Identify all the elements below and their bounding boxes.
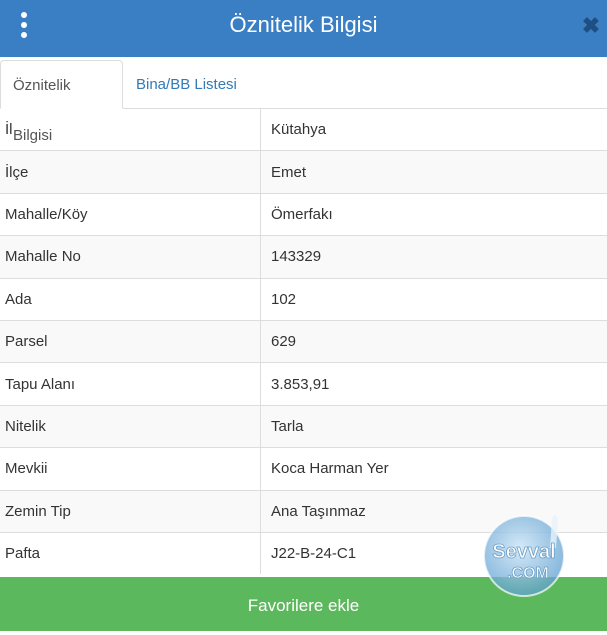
- attribute-key: Parsel: [0, 320, 261, 362]
- table-row: İlKütahya: [0, 109, 607, 151]
- attribute-value: 3.853,91: [261, 363, 607, 405]
- watermark-line2: .COM: [507, 565, 549, 582]
- attribute-key: Ada: [0, 278, 261, 320]
- watermark-logo: Sevval .COM: [478, 508, 578, 600]
- attribute-value: Kütahya: [261, 109, 607, 151]
- attribute-value: Emet: [261, 151, 607, 193]
- attribute-value: Ömerfakı: [261, 193, 607, 235]
- table-row: MevkiiKoca Harman Yer: [0, 448, 607, 490]
- table-row: Mahalle No143329: [0, 236, 607, 278]
- table-row: Parsel629: [0, 320, 607, 362]
- attribute-value: 629: [261, 320, 607, 362]
- table-row: Tapu Alanı3.853,91: [0, 363, 607, 405]
- page-title: Öznitelik Bilgisi: [0, 0, 607, 57]
- table-row: Mahalle/KöyÖmerfakı: [0, 193, 607, 235]
- attribute-key: Zemin Tip: [0, 490, 261, 532]
- header-bar: Öznitelik Bilgisi ✖: [0, 0, 607, 57]
- tab-building-list[interactable]: Bina/BB Listesi: [124, 60, 249, 108]
- attribute-key: Mevkii: [0, 448, 261, 490]
- close-icon[interactable]: ✖: [581, 14, 601, 38]
- attribute-table: İlKütahya İlçeEmet Mahalle/KöyÖmerfakı M…: [0, 109, 607, 574]
- tab-attributes[interactable]: Öznitelik Bilgisi: [0, 60, 123, 109]
- table-row: Ada102: [0, 278, 607, 320]
- attribute-key: İl: [0, 109, 261, 151]
- attribute-key: Mahalle No: [0, 236, 261, 278]
- watermark-line1: Sevval: [492, 541, 555, 563]
- attribute-key: Pafta: [0, 532, 261, 574]
- attribute-key: İlçe: [0, 151, 261, 193]
- attribute-value: Tarla: [261, 405, 607, 447]
- attribute-value: Koca Harman Yer: [261, 448, 607, 490]
- attribute-value: 143329: [261, 236, 607, 278]
- tab-bar: Öznitelik Bilgisi Bina/BB Listesi: [0, 57, 607, 109]
- attribute-key: Mahalle/Köy: [0, 193, 261, 235]
- table-row: NitelikTarla: [0, 405, 607, 447]
- table-row: İlçeEmet: [0, 151, 607, 193]
- attribute-key: Nitelik: [0, 405, 261, 447]
- attribute-key: Tapu Alanı: [0, 363, 261, 405]
- attribute-value: 102: [261, 278, 607, 320]
